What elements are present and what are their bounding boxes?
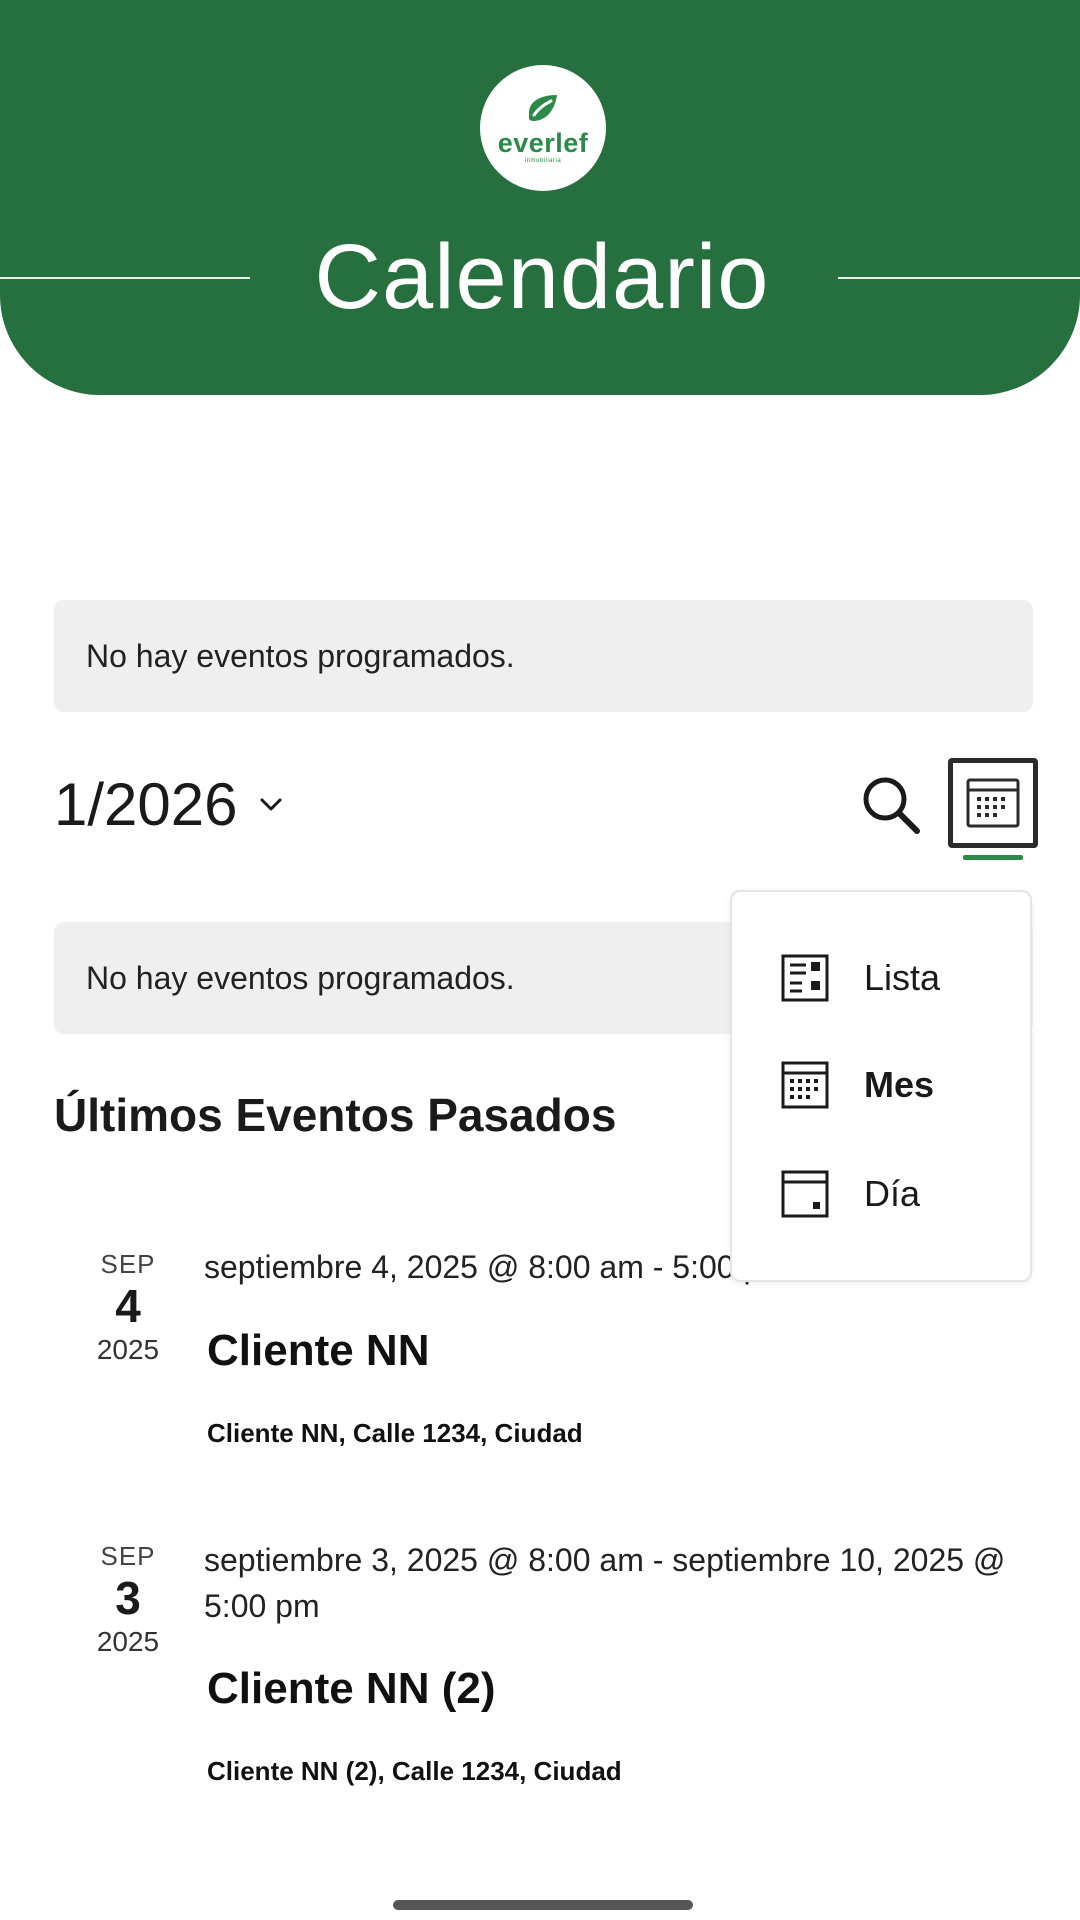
- event-year: 2025: [96, 1626, 160, 1657]
- event-year: 2025: [96, 1334, 160, 1365]
- event-venue: Cliente NN (2), Calle 1234, Ciudad: [207, 1756, 622, 1786]
- home-indicator[interactable]: [393, 1900, 693, 1910]
- current-month-label: 1/2026: [54, 771, 238, 838]
- menu-item-label: Mes: [864, 1064, 935, 1105]
- event-month: SEP: [100, 1249, 156, 1279]
- event-day: 4: [115, 1280, 141, 1332]
- active-view-indicator: [963, 855, 1023, 860]
- event-title-link[interactable]: Cliente NN (2): [207, 1662, 495, 1716]
- notice-text: No hay eventos programados.: [86, 637, 515, 674]
- title-divider-left: [0, 277, 250, 279]
- leaf-logo-icon: [529, 95, 557, 121]
- view-switcher-button[interactable]: [948, 758, 1038, 848]
- event-datetime: septiembre 3, 2025 @ 8:00 am - septiembr…: [204, 1542, 1006, 1624]
- chevron-down-icon: [260, 798, 282, 811]
- search-icon: [863, 777, 920, 834]
- event-day: 3: [115, 1572, 141, 1624]
- event-date-badge: SEP 3 2025: [80, 1540, 176, 1660]
- logo-text: everlef: [497, 128, 589, 158]
- search-button[interactable]: [858, 772, 924, 838]
- logo-subtitle: inmobiliaria: [524, 158, 562, 164]
- list-view-icon: [781, 954, 829, 1002]
- menu-item-mes[interactable]: Mes: [730, 1035, 1030, 1135]
- header-banner: everlef inmobiliaria Calendario: [0, 0, 1080, 395]
- event-venue: Cliente NN, Calle 1234, Ciudad: [207, 1418, 583, 1448]
- notice-text: No hay eventos programados.: [86, 959, 515, 996]
- month-selector[interactable]: 1/2026: [54, 770, 284, 840]
- brand-logo[interactable]: everlef inmobiliaria: [480, 65, 606, 191]
- menu-item-label: Lista: [864, 957, 941, 998]
- event-month: SEP: [100, 1541, 156, 1571]
- month-view-icon: [781, 1061, 829, 1109]
- menu-item-label: Día: [864, 1173, 921, 1214]
- calendar-month-icon: [966, 778, 1020, 828]
- menu-item-lista[interactable]: Lista: [730, 928, 1030, 1028]
- past-events-heading: Últimos Eventos Pasados: [54, 1089, 617, 1141]
- no-events-notice-top: No hay eventos programados.: [54, 600, 1033, 712]
- title-divider-right: [838, 277, 1080, 279]
- page-title: Calendario: [314, 226, 770, 328]
- menu-item-dia[interactable]: Día: [730, 1144, 1030, 1244]
- event-title-link[interactable]: Cliente NN: [207, 1324, 429, 1378]
- event-date-badge: SEP 4 2025: [80, 1248, 176, 1368]
- day-view-icon: [781, 1170, 829, 1218]
- page: everlef inmobiliaria Calendario No hay e…: [0, 0, 1080, 1920]
